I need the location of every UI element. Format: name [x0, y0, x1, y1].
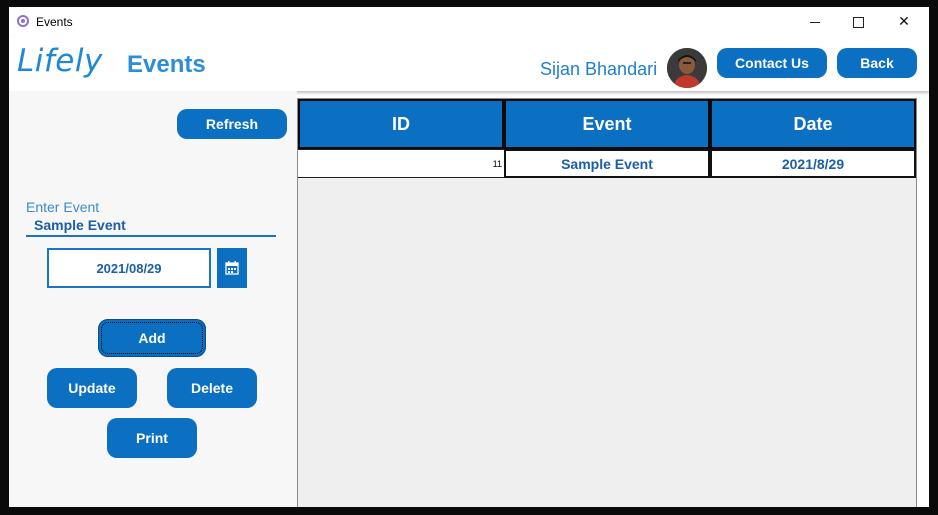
app-logo: Lifely: [17, 43, 103, 79]
close-icon: ✕: [898, 14, 910, 30]
column-header-event[interactable]: Event: [504, 99, 710, 149]
back-button[interactable]: Back: [837, 48, 917, 78]
column-header-id[interactable]: ID: [298, 99, 504, 149]
refresh-button[interactable]: Refresh: [177, 109, 287, 139]
page-title: Events: [127, 51, 206, 78]
event-input[interactable]: Sample Event: [26, 215, 276, 237]
add-button[interactable]: Add: [98, 319, 206, 357]
app-icon: [17, 15, 29, 27]
maximize-button[interactable]: [835, 7, 881, 37]
user-name: Sijan Bhandari: [540, 59, 658, 79]
event-form-panel: Refresh Enter Event Sample Event 2021/08…: [9, 91, 297, 507]
minimize-icon: [810, 21, 820, 23]
events-table: ID Event Date 11 Sample Event 2021/8/29: [297, 98, 917, 507]
date-field[interactable]: 2021/08/29: [47, 248, 211, 288]
calendar-icon: [225, 261, 239, 275]
window-title: Events: [36, 15, 73, 29]
update-button[interactable]: Update: [47, 368, 137, 408]
print-button[interactable]: Print: [107, 418, 197, 458]
user-avatar-icon: [667, 48, 707, 88]
table-cell-date[interactable]: 2021/8/29: [710, 149, 916, 178]
delete-button[interactable]: Delete: [167, 368, 257, 408]
title-bar: Events ✕: [9, 7, 929, 37]
app-header: Lifely Events Sijan Bhandari Contact Us …: [9, 37, 929, 91]
avatar[interactable]: [667, 48, 707, 88]
event-input-label: Enter Event: [26, 199, 100, 215]
table-cell-event[interactable]: Sample Event: [504, 149, 710, 178]
table-cell-id[interactable]: 11: [298, 149, 504, 178]
maximize-icon: [852, 16, 864, 28]
contact-us-button[interactable]: Contact Us: [717, 48, 827, 78]
column-header-date[interactable]: Date: [710, 99, 916, 149]
calendar-button[interactable]: [217, 248, 247, 288]
close-button[interactable]: ✕: [881, 7, 927, 37]
minimize-button[interactable]: [792, 7, 838, 37]
events-window: Events ✕ Lifely Events Sijan Bhandari Co…: [9, 7, 929, 507]
